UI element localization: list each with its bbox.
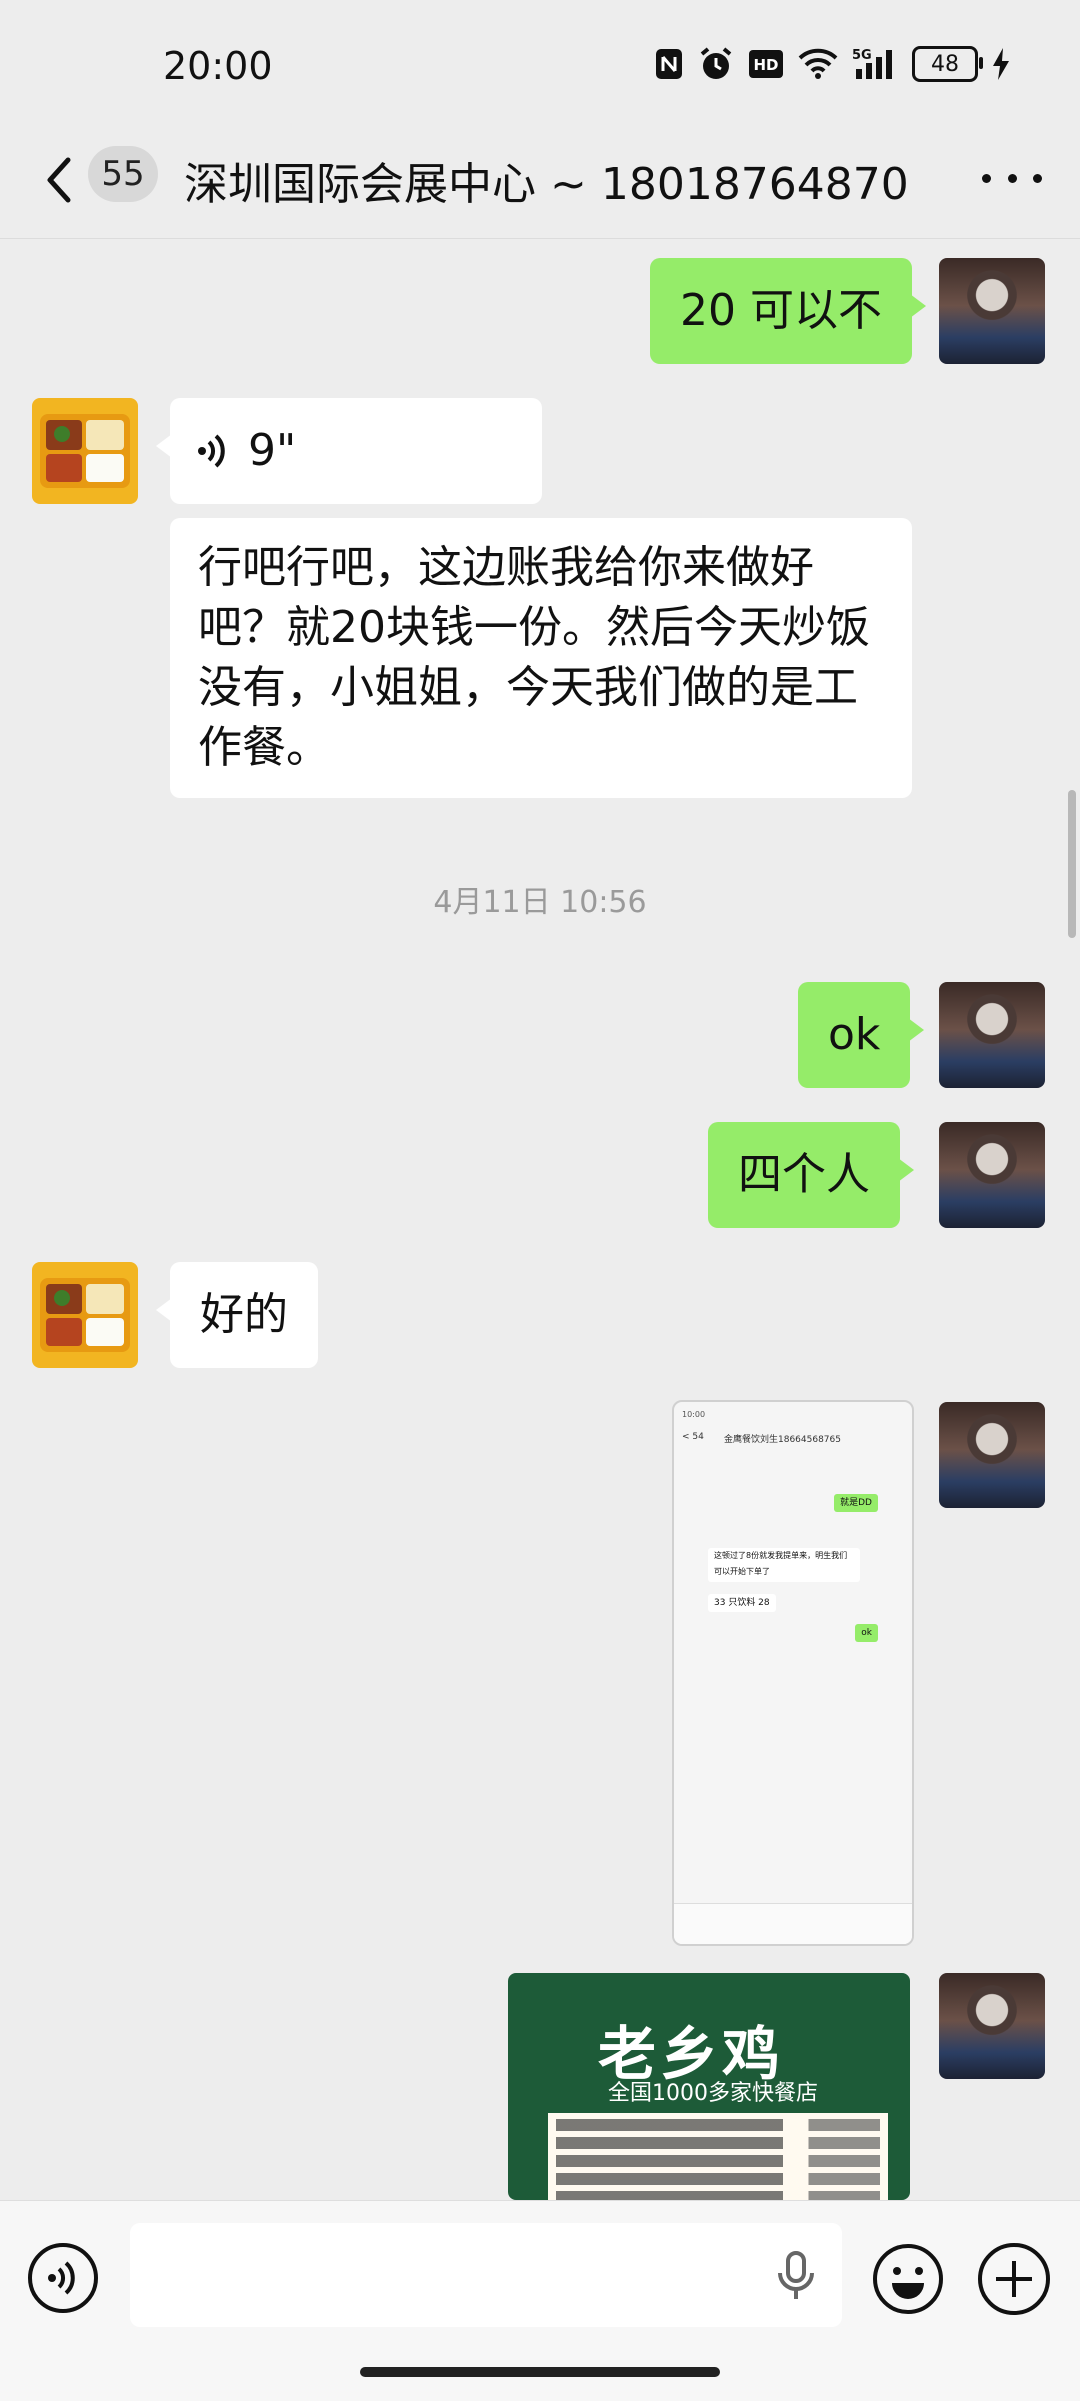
my-avatar[interactable] xyxy=(939,982,1045,1088)
input-bar xyxy=(0,2200,1080,2401)
svg-text:HD: HD xyxy=(753,56,778,74)
unread-count-badge[interactable]: 55 xyxy=(88,146,158,202)
cellular-signal-icon: 5G xyxy=(852,47,898,81)
message-text: 行吧行吧，这边账我给你来做好吧？就20块钱一份。然后今天炒饭没有，小姐姐，今天我… xyxy=(198,542,870,773)
more-options-button[interactable] xyxy=(982,158,1042,198)
photo-image-message[interactable]: 老乡鸡 全国1000多家快餐店 xyxy=(508,1973,910,2200)
my-avatar[interactable] xyxy=(939,1122,1045,1228)
image-text: 就是DD xyxy=(834,1494,878,1512)
message-text: 四个人 xyxy=(738,1149,870,1200)
image-text: 金鹰餐饮刘生18664568765 xyxy=(724,1435,841,1445)
flyer-menu-list xyxy=(548,2113,888,2200)
hd-icon: HD xyxy=(748,49,784,79)
image-text: 这顿过了8份就发我提单来，明生我们可以开始下单了 xyxy=(708,1548,860,1582)
battery-icon: 48 xyxy=(912,46,983,82)
sent-message-bubble[interactable]: ok xyxy=(798,982,925,1088)
svg-text:5G: 5G xyxy=(852,48,872,63)
back-button[interactable] xyxy=(40,150,80,210)
more-functions-button[interactable] xyxy=(978,2243,1050,2315)
received-message-bubble[interactable]: 好的 xyxy=(156,1262,318,1368)
status-time: 20:00 xyxy=(163,44,273,88)
image-text: 10:00 xyxy=(682,1410,706,1419)
screenshot-image-message[interactable]: 10:00 < 54 金鹰餐饮刘生18664568765 就是DD 这顿过了8份… xyxy=(672,1400,914,1946)
home-indicator[interactable] xyxy=(360,2367,720,2377)
voice-duration: 9" xyxy=(248,425,297,476)
image-text: < 54 xyxy=(682,1432,704,1442)
contact-avatar[interactable] xyxy=(32,398,138,504)
status-bar: 20:00 HD 5G 48 xyxy=(0,0,1080,130)
my-avatar[interactable] xyxy=(939,1402,1045,1508)
image-text: ok xyxy=(855,1624,878,1642)
sent-message-bubble[interactable]: 四个人 xyxy=(708,1122,914,1228)
chat-header: 55 深圳国际会展中心 ~ 18018764870 xyxy=(0,130,1080,239)
my-avatar[interactable] xyxy=(939,1973,1045,2079)
chat-title: 深圳国际会展中心 ~ 18018764870 xyxy=(184,159,909,210)
message-text: 20 可以不 xyxy=(680,285,882,336)
image-input-bar xyxy=(674,1903,912,1944)
voice-message-bubble[interactable]: 9" xyxy=(156,398,542,504)
food-tray-icon xyxy=(40,1278,130,1352)
emoji-button[interactable] xyxy=(872,2243,944,2315)
my-avatar[interactable] xyxy=(939,258,1045,364)
contact-avatar[interactable] xyxy=(32,1262,138,1368)
smiley-icon xyxy=(873,2244,943,2314)
received-message-bubble[interactable]: 行吧行吧，这边账我给你来做好吧？就20块钱一份。然后今天炒饭没有，小姐姐，今天我… xyxy=(170,518,912,798)
voice-wave-icon xyxy=(198,434,225,468)
image-text: 33 只饮料 28 xyxy=(708,1594,776,1612)
voice-input-button[interactable] xyxy=(28,2243,98,2313)
message-input[interactable] xyxy=(130,2223,842,2327)
voice-wave-icon xyxy=(48,2261,75,2295)
message-text: 好的 xyxy=(200,1289,288,1340)
alarm-icon xyxy=(698,46,734,82)
message-text: ok xyxy=(828,1009,881,1060)
message-timestamp: 4月11日 10:56 xyxy=(433,885,647,920)
flyer-subtitle: 全国1000多家快餐店 xyxy=(608,2081,818,2106)
chevron-left-icon xyxy=(47,157,71,203)
sent-message-bubble[interactable]: 20 可以不 xyxy=(650,258,926,364)
microphone-icon[interactable] xyxy=(776,2251,816,2301)
food-tray-icon xyxy=(40,414,130,488)
wifi-icon xyxy=(798,48,838,80)
status-icons: HD 5G 48 xyxy=(654,46,1010,82)
nfc-icon xyxy=(654,47,684,81)
charging-icon xyxy=(992,47,1010,81)
